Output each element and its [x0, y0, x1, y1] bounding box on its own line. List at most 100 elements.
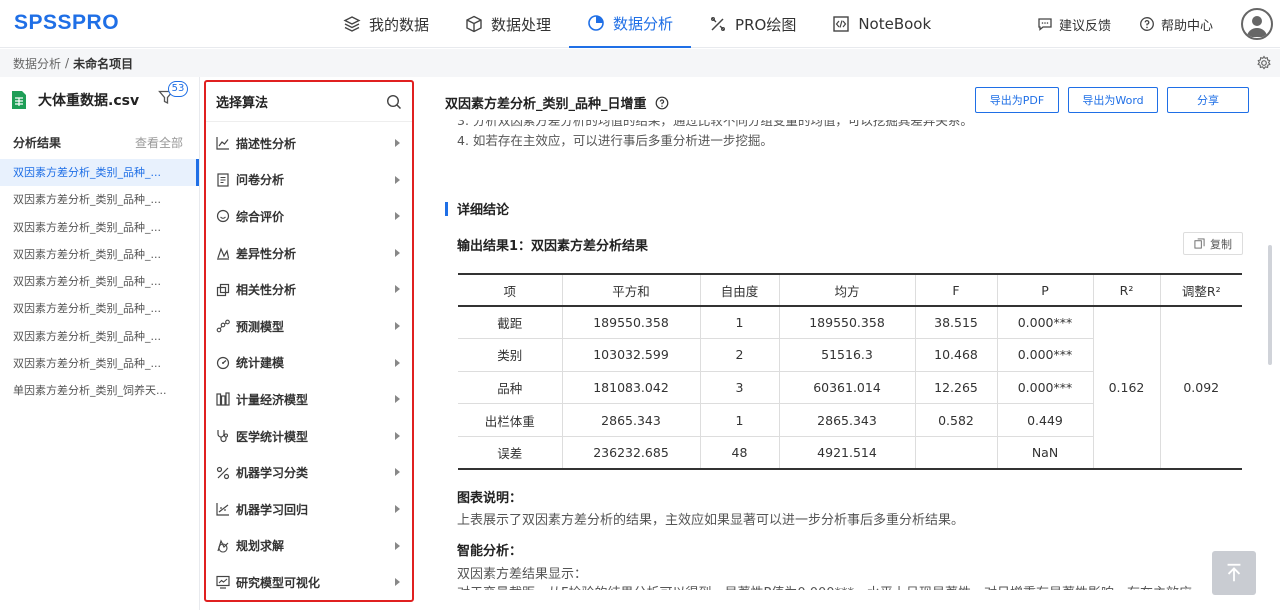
column-header: P	[996, 273, 1093, 307]
algo-label: 描述性分析	[236, 136, 297, 151]
scrollbar[interactable]	[1268, 245, 1272, 365]
result-item[interactable]: 单因素方差分析_类别_饲养天...	[0, 377, 199, 404]
result-item[interactable]: 双因素方差分析_类别_品种_...	[0, 241, 199, 268]
search-icon[interactable]	[386, 94, 402, 110]
column-header: R²	[1092, 273, 1160, 307]
result-item[interactable]: 双因素方差分析_类别_品种_...	[0, 186, 199, 213]
table-cell: 1	[699, 403, 779, 437]
result-item[interactable]: 双因素方差分析_类别_品种_...	[0, 214, 199, 241]
table-header-row: 项 平方和 自由度 均方 F P R² 调整R²	[458, 273, 1242, 307]
file-name: 大体重数据.csv	[38, 93, 140, 109]
algo-ml-classification[interactable]: 机器学习分类	[206, 454, 412, 491]
table-cell: 0.000***	[996, 371, 1093, 405]
question-circle-icon[interactable]	[655, 96, 669, 110]
result-count-badge: 53	[168, 81, 188, 97]
table-cell: 2865.343	[778, 403, 915, 437]
smart-analysis-text: 双因素方差结果显示：	[457, 567, 588, 582]
algo-planning[interactable]: 规划求解	[206, 528, 412, 565]
result-item[interactable]: 双因素方差分析_类别_品种_...	[0, 295, 199, 322]
nav-pro-drawing[interactable]: PRO绘图	[691, 0, 814, 48]
app-logo[interactable]: SPSSPRO	[14, 11, 119, 35]
share-button[interactable]: 分享	[1167, 87, 1249, 113]
algo-visualization[interactable]: 研究模型可视化	[206, 564, 412, 601]
table-cell: NaN	[996, 436, 1093, 470]
back-to-top-button[interactable]	[1212, 551, 1256, 595]
algo-survey[interactable]: 问卷分析	[206, 162, 412, 199]
table-cell: 189550.358	[778, 306, 915, 340]
nav-my-data[interactable]: 我的数据	[325, 0, 447, 48]
smart-analysis-detail: 对于变量截距，从F检验的结果分析可以得到，显著性P值为0.000***，水平上呈…	[457, 582, 1192, 590]
chevron-right-icon	[395, 578, 400, 587]
chevron-right-icon	[395, 395, 400, 404]
nav-data-processing[interactable]: 数据处理	[447, 0, 569, 48]
breadcrumb-parent[interactable]: 数据分析	[13, 55, 61, 72]
algo-statistical-modeling[interactable]: 统计建模	[206, 345, 412, 382]
result-item[interactable]: 双因素方差分析_类别_品种_...	[0, 159, 199, 187]
gear-icon[interactable]	[1256, 55, 1272, 71]
adjusted-r-squared-cell: 0.092	[1159, 306, 1242, 470]
feedback-link[interactable]: 建议反馈	[1037, 15, 1111, 34]
chevron-right-icon	[395, 212, 400, 221]
feedback-label: 建议反馈	[1058, 18, 1111, 34]
table-cell: 0.000***	[996, 338, 1093, 372]
algo-evaluation[interactable]: 综合评价	[206, 198, 412, 235]
algo-econometrics[interactable]: 计量经济模型	[206, 381, 412, 418]
algo-ml-regression[interactable]: 机器学习回归	[206, 491, 412, 528]
algorithm-list: 描述性分析 问卷分析 综合评价 差异性分析 相关性分析 预测模型 统计建模 计量…	[206, 122, 412, 601]
algo-difference[interactable]: 差异性分析	[206, 235, 412, 272]
table-cell: 3	[699, 371, 779, 405]
algo-label: 机器学习分类	[236, 466, 309, 481]
section-accent-bar	[445, 201, 448, 216]
result-item[interactable]: 双因素方差分析_类别_品种_...	[0, 323, 199, 350]
table-cell: 2865.343	[561, 403, 700, 437]
user-avatar[interactable]	[1241, 8, 1273, 40]
r-squared-cell: 0.162	[1092, 306, 1160, 470]
planning-icon	[217, 539, 229, 553]
algo-correlation[interactable]: 相关性分析	[206, 271, 412, 308]
algo-medical-statistics[interactable]: 医学统计模型	[206, 418, 412, 455]
gauge-icon	[216, 356, 230, 369]
analysis-report: 双因素方差分析_类别_品种_日增重 导出为PDF 导出为Word 分享 3. 分…	[416, 77, 1266, 610]
results-list: 双因素方差分析_类别_品种_... 双因素方差分析_类别_品种_... 双因素方…	[0, 159, 199, 405]
results-title: 分析结果	[13, 136, 62, 150]
export-pdf-button[interactable]: 导出为PDF	[975, 87, 1059, 113]
copy-button[interactable]: 复制	[1183, 232, 1243, 255]
algo-label: 差异性分析	[236, 246, 297, 261]
report-title: 双因素方差分析_类别_品种_日增重	[445, 97, 647, 112]
export-word-button[interactable]: 导出为Word	[1068, 87, 1158, 113]
table-cell: 出栏体重	[458, 403, 562, 437]
correlation-icon	[216, 283, 230, 296]
algo-descriptive[interactable]: 描述性分析	[206, 125, 412, 162]
algo-prediction[interactable]: 预测模型	[206, 308, 412, 345]
table-cell: 51516.3	[778, 338, 915, 372]
table-cell: 0.449	[996, 403, 1093, 437]
result-item[interactable]: 双因素方差分析_类别_品种_...	[0, 350, 199, 377]
result-item[interactable]: 双因素方差分析_类别_品种_...	[0, 268, 199, 295]
brush-icon	[711, 17, 726, 31]
section-text: 详细结论	[457, 203, 510, 218]
nav-notebook[interactable]: NoteBook	[814, 0, 949, 48]
chevron-right-icon	[395, 321, 400, 330]
layers-icon	[343, 16, 361, 32]
algorithm-panel-header: 选择算法	[206, 82, 412, 122]
nav-label: PRO绘图	[735, 15, 797, 34]
table-cell: 103032.599	[561, 338, 700, 372]
econometrics-icon	[216, 392, 230, 407]
top-nav-bar: SPSSPRO 我的数据 数据处理 数据分析 PRO绘图 NoteBook 建议…	[0, 0, 1280, 48]
report-header: 双因素方差分析_类别_品种_日增重	[445, 93, 669, 112]
chevron-right-icon	[395, 175, 400, 184]
table-cell: 60361.014	[778, 371, 915, 405]
table-cell: 12.265	[914, 371, 997, 405]
cube-icon	[466, 15, 482, 33]
nav-data-analysis[interactable]: 数据分析	[569, 0, 692, 48]
chart-note-title: 图表说明：	[457, 491, 523, 506]
help-center-link[interactable]: 帮助中心	[1139, 15, 1213, 34]
chevron-right-icon	[395, 431, 400, 440]
algo-label: 预测模型	[236, 319, 285, 334]
arrow-up-icon	[1227, 563, 1241, 582]
main-nav: 我的数据 数据处理 数据分析 PRO绘图 NoteBook	[325, 0, 949, 48]
code-icon	[833, 16, 850, 32]
view-all-link[interactable]: 查看全部	[135, 134, 183, 151]
algo-label: 统计建模	[236, 356, 285, 371]
table-cell: 236232.685	[561, 436, 700, 470]
